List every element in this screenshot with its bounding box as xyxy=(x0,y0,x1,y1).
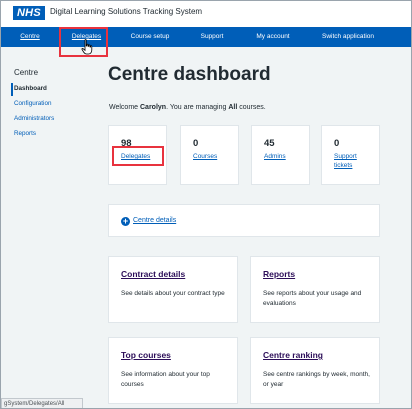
card-title-link[interactable]: Top courses xyxy=(121,350,171,360)
stat-value: 45 xyxy=(264,138,275,149)
card-title-link[interactable]: Reports xyxy=(263,269,295,279)
centre-details-panel: + Centre details xyxy=(108,204,380,237)
sidebar-item-administrators[interactable]: Administrators xyxy=(14,115,54,122)
welcome-message: Welcome Carolyn. You are managing All co… xyxy=(109,104,266,111)
plus-circle-icon[interactable]: + xyxy=(121,217,130,226)
nav-support[interactable]: Support xyxy=(187,27,237,47)
card-description: See information about your top courses xyxy=(121,371,210,388)
nav-course-setup[interactable]: Course setup xyxy=(119,27,181,47)
support-tickets-link[interactable]: Support tickets xyxy=(334,152,368,170)
nav-my-account[interactable]: My account xyxy=(245,27,301,47)
main-navigation: Centre Delegates Course setup Support My… xyxy=(1,27,411,47)
site-header: NHS Digital Learning Solutions Tracking … xyxy=(1,1,411,27)
welcome-middle: . You are managing xyxy=(166,104,229,111)
card-top-courses: Top courses See information about your t… xyxy=(108,337,238,404)
stat-value: 0 xyxy=(193,138,199,149)
courses-link[interactable]: Courses xyxy=(193,152,217,161)
card-description: See details about your contract type xyxy=(121,290,225,297)
page-title: Centre dashboard xyxy=(108,64,271,85)
welcome-suffix: courses. xyxy=(237,104,266,111)
card-centre-ranking: Centre ranking See centre rankings by we… xyxy=(250,337,380,404)
stat-value: 0 xyxy=(334,138,340,149)
sidebar-item-reports[interactable]: Reports xyxy=(14,130,36,137)
welcome-prefix: Welcome xyxy=(109,104,140,111)
nhs-logo[interactable]: NHS xyxy=(13,6,45,20)
stat-value: 98 xyxy=(121,138,132,149)
course-scope: All xyxy=(228,104,238,111)
stat-card-delegates: 98 Delegates xyxy=(108,125,167,185)
hand-cursor-icon xyxy=(81,39,93,55)
delegates-link[interactable]: Delegates xyxy=(121,152,150,161)
sidebar-item-configuration[interactable]: Configuration xyxy=(14,100,51,107)
card-title-link[interactable]: Centre ranking xyxy=(263,350,323,360)
admins-link[interactable]: Admins xyxy=(264,152,286,161)
centre-details-link[interactable]: Centre details xyxy=(133,217,176,224)
card-description: See centre rankings by week, month, or y… xyxy=(263,371,370,388)
stat-card-admins: 45 Admins xyxy=(251,125,310,185)
browser-frame: NHS Digital Learning Solutions Tracking … xyxy=(0,0,412,409)
user-name: Carolyn xyxy=(140,104,167,111)
sidebar-item-dashboard[interactable]: Dashboard xyxy=(14,85,47,92)
sidebar-active-indicator xyxy=(11,83,13,96)
sidebar-heading: Centre xyxy=(14,68,39,77)
stat-card-support-tickets: 0 Support tickets xyxy=(321,125,380,185)
browser-status-url: gSystem/Delegates/All xyxy=(1,398,83,408)
card-contract-details: Contract details See details about your … xyxy=(108,256,238,323)
app-title: Digital Learning Solutions Tracking Syst… xyxy=(50,7,203,16)
card-description: See reports about your usage and evaluat… xyxy=(263,290,362,307)
card-title-link[interactable]: Contract details xyxy=(121,269,185,279)
stat-card-courses: 0 Courses xyxy=(180,125,239,185)
nav-switch-application[interactable]: Switch application xyxy=(307,27,389,47)
card-reports: Reports See reports about your usage and… xyxy=(250,256,380,323)
nav-centre[interactable]: Centre xyxy=(1,27,59,47)
